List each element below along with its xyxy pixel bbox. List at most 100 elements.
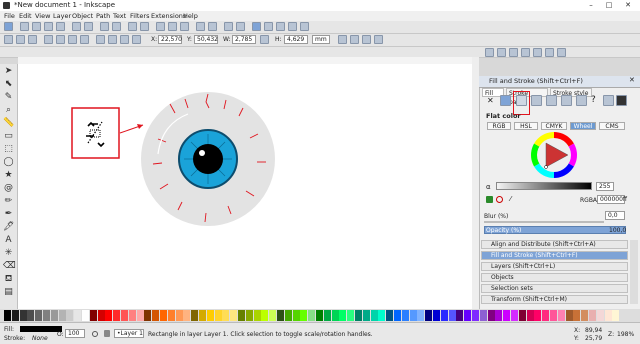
opacity-field[interactable]: 100,0 [609, 227, 626, 234]
palette-swatch[interactable] [456, 310, 464, 321]
snap-page-icon[interactable] [545, 48, 554, 57]
palette-swatch[interactable] [487, 310, 495, 321]
palette-swatch[interactable] [448, 310, 456, 321]
dock-layers[interactable]: Layers (Shift+Ctrl+L) [481, 262, 628, 271]
scale-corners-icon[interactable] [350, 35, 359, 44]
palette-swatch[interactable] [542, 310, 550, 321]
palette-swatch[interactable] [11, 310, 19, 321]
palette-swatch[interactable] [128, 310, 136, 321]
lock-proportions-icon[interactable] [260, 35, 269, 44]
preferences-icon[interactable] [300, 22, 309, 31]
dock-transform[interactable]: Transform (Shift+Ctrl+M) [481, 295, 628, 304]
text-tool-icon[interactable]: A [3, 235, 14, 246]
box-3d-tool-icon[interactable]: ⬚ [3, 144, 14, 155]
palette-swatch[interactable] [308, 310, 316, 321]
palette-swatch[interactable] [175, 310, 183, 321]
palette-swatch[interactable] [323, 310, 331, 321]
palette-swatch[interactable] [136, 310, 144, 321]
palette-swatch[interactable] [284, 310, 292, 321]
mode-rgb[interactable]: RGB [487, 122, 511, 130]
snap-intersection-icon[interactable] [533, 48, 542, 57]
rgba-field[interactable]: 000000ff [597, 195, 627, 204]
open-icon[interactable] [32, 22, 41, 31]
palette-swatch[interactable] [199, 310, 206, 321]
redo-icon[interactable] [112, 22, 121, 31]
palette-swatch[interactable] [43, 310, 50, 321]
no-paint-icon[interactable]: ✕ [487, 96, 494, 105]
panel-close-icon[interactable]: ✕ [629, 76, 635, 84]
select-all-layers-icon[interactable] [16, 35, 25, 44]
palette-swatch[interactable] [50, 310, 58, 321]
palette-swatch[interactable] [19, 310, 27, 321]
palette-swatch[interactable] [253, 310, 261, 321]
palette-swatch[interactable] [269, 310, 277, 321]
palette-swatch[interactable] [82, 310, 89, 321]
palette-swatch[interactable] [472, 310, 479, 321]
blur-slider[interactable] [484, 221, 604, 223]
layer-lock-icon[interactable] [104, 330, 110, 337]
rotate-ccw-icon[interactable] [44, 35, 53, 44]
flip-vertical-icon[interactable] [80, 35, 89, 44]
calligraphy-tool-icon[interactable]: 🖋 [3, 222, 14, 233]
palette-swatch[interactable] [277, 310, 284, 321]
palette-swatch[interactable] [4, 310, 11, 321]
swatch-icon[interactable] [576, 95, 587, 106]
canvas[interactable] [18, 64, 472, 309]
palette-swatch[interactable] [89, 310, 97, 321]
w-field[interactable]: 2,785 [232, 35, 256, 44]
palette-swatch[interactable] [511, 310, 518, 321]
palette-swatch[interactable] [370, 310, 378, 321]
rectangle-tool-icon[interactable]: ▭ [3, 131, 14, 142]
dock-selection-sets[interactable]: Selection sets [481, 284, 628, 293]
paint-bucket-tool-icon[interactable]: ⛾ [3, 274, 14, 285]
zoom-page-icon[interactable] [180, 22, 189, 31]
palette-swatch[interactable] [183, 310, 191, 321]
color-wheel[interactable] [530, 131, 578, 179]
rotate-cw-icon[interactable] [56, 35, 65, 44]
blur-field[interactable]: 0,0 [605, 211, 625, 220]
menu-edit[interactable]: Edit [19, 12, 32, 20]
palette-swatch[interactable] [386, 310, 394, 321]
stroke-indicator[interactable]: None [32, 335, 48, 342]
palette-swatch[interactable] [518, 310, 526, 321]
star-tool-icon[interactable]: ★ [3, 170, 14, 181]
copy-icon[interactable] [128, 22, 137, 31]
palette-swatch[interactable] [503, 310, 511, 321]
unset-paint-icon[interactable]: ? [591, 95, 596, 105]
palette-swatch[interactable] [573, 310, 581, 321]
flat-color-icon[interactable] [500, 95, 511, 106]
gradient-tool-icon[interactable]: ▤ [3, 287, 14, 298]
mode-hsl[interactable]: HSL [514, 122, 538, 130]
print-icon[interactable] [56, 22, 65, 31]
dock-align[interactable]: Align and Distribute (Shift+Ctrl+A) [481, 240, 628, 249]
lower-icon[interactable] [120, 35, 129, 44]
snap-toggle-icon[interactable] [485, 48, 494, 57]
palette-swatch[interactable] [355, 310, 362, 321]
dock-fill-stroke[interactable]: Fill and Stroke (Shift+Ctrl+F) [481, 251, 628, 260]
mode-cmyk[interactable]: CMYK [541, 122, 567, 130]
palette-swatch[interactable] [581, 310, 589, 321]
eraser-tool-icon[interactable]: ⌫ [3, 261, 16, 272]
palette-swatch[interactable] [238, 310, 245, 321]
alpha-slider[interactable] [496, 182, 592, 190]
selector-mode-icon[interactable] [4, 22, 13, 31]
close-button[interactable]: ✕ [619, 0, 637, 10]
menu-view[interactable]: View [35, 12, 50, 20]
snap-bbox-icon[interactable] [497, 48, 506, 57]
save-icon[interactable] [44, 22, 53, 31]
deselect-icon[interactable] [28, 35, 37, 44]
import-icon[interactable] [72, 22, 81, 31]
scale-stroke-icon[interactable] [338, 35, 347, 44]
palette-swatch[interactable] [35, 310, 43, 321]
unit-select[interactable]: mm [312, 35, 330, 44]
snap-grid-icon[interactable] [557, 48, 566, 57]
palette-swatch[interactable] [316, 310, 323, 321]
flip-horizontal-icon[interactable] [68, 35, 77, 44]
radial-gradient-icon[interactable] [531, 95, 542, 106]
fill-rule-nonzero-icon[interactable] [616, 95, 627, 106]
menu-filters[interactable]: Filters [130, 12, 149, 20]
palette-swatch[interactable] [612, 310, 620, 321]
menu-help[interactable]: Help [183, 12, 198, 20]
ungroup-icon[interactable] [236, 22, 245, 31]
selector-tool-icon[interactable]: ➤ [3, 66, 14, 77]
